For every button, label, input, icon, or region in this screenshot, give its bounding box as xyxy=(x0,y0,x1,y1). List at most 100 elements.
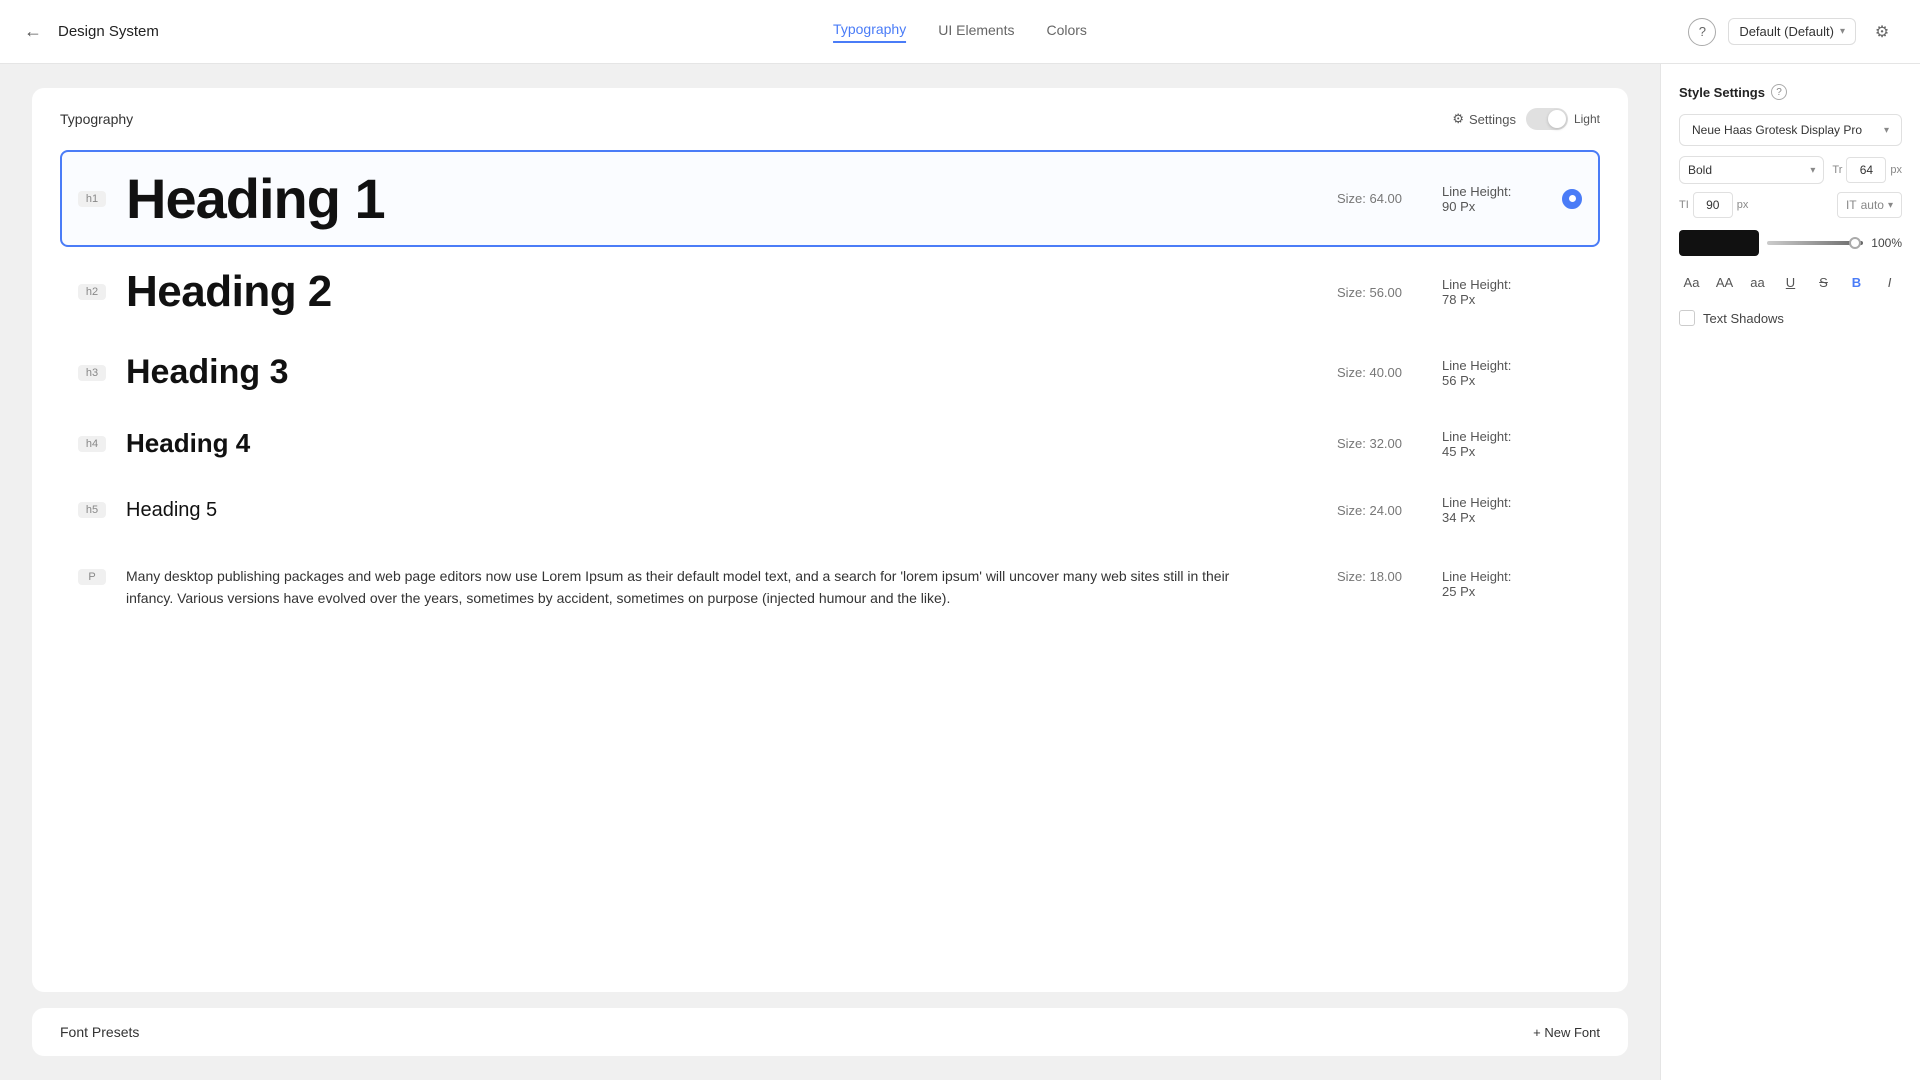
gear-icon: ⚙ xyxy=(1452,111,1464,127)
style-settings-title: Style Settings xyxy=(1679,85,1765,100)
h5-line-height-value: 34 Px xyxy=(1442,510,1562,525)
text-btn-strikethrough[interactable]: S xyxy=(1811,268,1836,296)
font-family-dropdown[interactable]: Neue Haas Grotesk Display Pro ▾ xyxy=(1679,114,1902,146)
font-presets-title: Font Presets xyxy=(60,1024,139,1040)
h2-tag: h2 xyxy=(78,284,106,300)
top-nav: ← Design System Typography UI Elements C… xyxy=(0,0,1920,64)
h5-size: Size: 24.00 xyxy=(1262,503,1402,518)
h3-line-height-value: 56 Px xyxy=(1442,373,1562,388)
size-tr-icon: Tr xyxy=(1832,164,1842,176)
heading-row-h2[interactable]: h2 Heading 2 Size: 56.00 Line Height: 78… xyxy=(60,251,1600,333)
opacity-slider-thumb xyxy=(1849,237,1861,249)
h4-tag: h4 xyxy=(78,436,106,452)
h4-radio xyxy=(1562,434,1582,454)
settings-label: Settings xyxy=(1469,112,1516,127)
color-row: 100% xyxy=(1679,230,1902,256)
tab-ui-elements[interactable]: UI Elements xyxy=(938,22,1014,42)
h2-line-height-value: 78 Px xyxy=(1442,292,1562,307)
toggle-container: Light xyxy=(1526,108,1600,130)
app-title: Design System xyxy=(58,23,159,40)
font-presets-bar: Font Presets + New Font xyxy=(32,1008,1628,1056)
nav-tabs: Typography UI Elements Colors xyxy=(833,21,1087,43)
tab-typography[interactable]: Typography xyxy=(833,21,906,43)
settings-icon[interactable]: ⚙ xyxy=(1868,18,1896,46)
theme-dropdown[interactable]: Default (Default) ▾ xyxy=(1728,18,1856,45)
opacity-slider-container: 100% xyxy=(1767,236,1902,250)
h2-radio xyxy=(1562,282,1582,302)
h1-line-height-label: Line Height: xyxy=(1442,184,1562,199)
tracking-field: TI px xyxy=(1679,192,1829,218)
text-shadows-label: Text Shadows xyxy=(1703,311,1784,326)
h1-radio[interactable] xyxy=(1562,189,1582,209)
h2-line-height-label: Line Height: xyxy=(1442,277,1562,292)
h4-text: Heading 4 xyxy=(126,428,1262,459)
heading-row-p[interactable]: P Many desktop publishing packages and w… xyxy=(60,545,1600,626)
tracking-input[interactable] xyxy=(1693,192,1733,218)
h4-line-height-label: Line Height: xyxy=(1442,429,1562,444)
settings-button[interactable]: ⚙ Settings xyxy=(1452,111,1516,127)
font-family-label: Neue Haas Grotesk Display Pro xyxy=(1692,123,1862,137)
help-button[interactable]: ? xyxy=(1688,18,1716,46)
p-tag: P xyxy=(78,569,106,585)
text-style-row: Aa AA aa U S B I xyxy=(1679,268,1902,296)
h1-text: Heading 1 xyxy=(126,166,1262,231)
text-btn-large-aa[interactable]: AA xyxy=(1712,268,1737,296)
heading-row-h3[interactable]: h3 Heading 3 Size: 40.00 Line Height: 56… xyxy=(60,337,1600,408)
main-content: Typography ⚙ Settings Light h1 xyxy=(0,64,1920,1080)
info-icon[interactable]: ? xyxy=(1771,84,1787,100)
p-line-height-value: 25 Px xyxy=(1442,584,1562,599)
h1-size: Size: 64.00 xyxy=(1262,191,1402,206)
text-btn-underline[interactable]: U xyxy=(1778,268,1803,296)
size-unit-label: px xyxy=(1890,164,1902,176)
h5-text: Heading 5 xyxy=(126,499,1262,522)
h1-line-height-value: 90 Px xyxy=(1442,199,1562,214)
font-size-input[interactable] xyxy=(1846,157,1886,183)
leading-icon: IT xyxy=(1846,198,1857,212)
color-swatch[interactable] xyxy=(1679,230,1759,256)
h3-line-height-label: Line Height: xyxy=(1442,358,1562,373)
tab-colors[interactable]: Colors xyxy=(1046,22,1086,42)
back-button[interactable]: ← xyxy=(24,21,42,42)
h4-line-height-value: 45 Px xyxy=(1442,444,1562,459)
theme-dropdown-label: Default (Default) xyxy=(1739,24,1834,39)
leading-dropdown[interactable]: IT auto ▾ xyxy=(1837,192,1902,218)
heading-row-h4[interactable]: h4 Heading 4 Size: 32.00 Line Height: 45… xyxy=(60,412,1600,475)
p-text: Many desktop publishing packages and web… xyxy=(126,565,1262,610)
h3-text: Heading 3 xyxy=(126,353,1262,392)
h4-size: Size: 32.00 xyxy=(1262,436,1402,451)
heading-row-h1[interactable]: h1 Heading 1 Size: 64.00 Line Height: 90… xyxy=(60,150,1600,247)
h1-line-height: Line Height: 90 Px xyxy=(1442,184,1562,214)
text-shadows-checkbox[interactable] xyxy=(1679,310,1695,326)
text-btn-italic[interactable]: I xyxy=(1877,268,1902,296)
text-btn-lower-aa[interactable]: aa xyxy=(1745,268,1770,296)
font-weight-dropdown[interactable]: Bold ▾ xyxy=(1679,156,1824,184)
tracking-icon: TI xyxy=(1679,199,1689,211)
p-size: Size: 18.00 xyxy=(1262,569,1402,584)
new-font-button[interactable]: + New Font xyxy=(1533,1025,1600,1040)
opacity-value: 100% xyxy=(1871,236,1902,250)
heading-row-h5[interactable]: h5 Heading 5 Size: 24.00 Line Height: 34… xyxy=(60,479,1600,541)
leading-chevron-icon: ▾ xyxy=(1888,200,1893,211)
p-line-height-label: Line Height: xyxy=(1442,569,1562,584)
h3-radio xyxy=(1562,363,1582,383)
toggle-knob xyxy=(1548,110,1566,128)
font-weight-label: Bold xyxy=(1688,163,1712,177)
style-settings-header: Style Settings ? xyxy=(1679,84,1902,100)
opacity-slider[interactable] xyxy=(1767,241,1863,245)
typography-header-right: ⚙ Settings Light xyxy=(1452,108,1600,130)
typography-section-title: Typography xyxy=(60,111,133,127)
toggle-label: Light xyxy=(1574,112,1600,126)
h5-radio xyxy=(1562,500,1582,520)
light-toggle[interactable] xyxy=(1526,108,1568,130)
text-btn-small-aa[interactable]: Aa xyxy=(1679,268,1704,296)
font-size-field: Tr px xyxy=(1832,157,1902,183)
typography-header: Typography ⚙ Settings Light xyxy=(60,108,1600,130)
text-btn-bold[interactable]: B xyxy=(1844,268,1869,296)
leading-value: auto xyxy=(1861,198,1884,212)
h2-text: Heading 2 xyxy=(126,267,1262,317)
tracking-unit: px xyxy=(1737,199,1749,211)
h3-line-height: Line Height: 56 Px xyxy=(1442,358,1562,388)
weight-chevron-icon: ▾ xyxy=(1810,165,1815,176)
right-panel: Style Settings ? Neue Haas Grotesk Displ… xyxy=(1660,64,1920,1080)
h2-line-height: Line Height: 78 Px xyxy=(1442,277,1562,307)
